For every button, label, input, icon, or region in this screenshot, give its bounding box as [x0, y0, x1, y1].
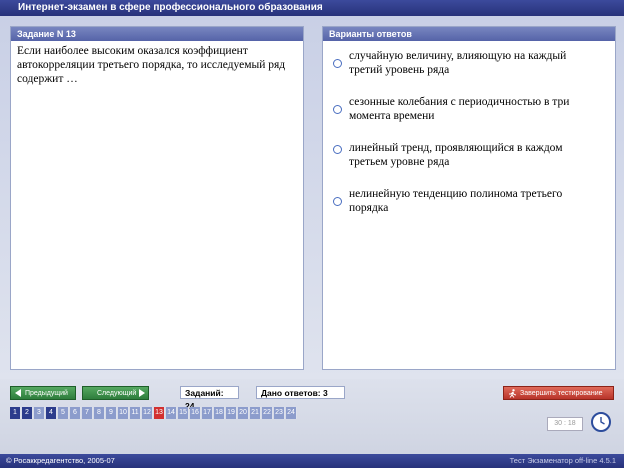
answers-header: Варианты ответов — [323, 27, 615, 41]
tasks-count: Заданий: 24 — [180, 386, 239, 411]
main-area: Задание N 13 Если наиболее высоким оказа… — [0, 16, 624, 379]
page-button-4[interactable]: 4 — [46, 407, 57, 419]
page-button-22[interactable]: 22 — [262, 407, 273, 419]
page-button-6[interactable]: 6 — [70, 407, 81, 419]
prev-button[interactable]: Предыдущий — [10, 386, 76, 400]
page-button-11[interactable]: 11 — [130, 407, 141, 419]
page-button-14[interactable]: 14 — [166, 407, 177, 419]
page-button-9[interactable]: 9 — [106, 407, 117, 419]
timer-display: 30 : 18 — [547, 417, 583, 431]
page-button-12[interactable]: 12 — [142, 407, 153, 419]
page-button-10[interactable]: 10 — [118, 407, 129, 419]
arrow-right-icon — [139, 389, 145, 397]
title-bar: Интернет-экзамен в сфере профессионально… — [0, 0, 624, 16]
copyright-text: © Росаккредагентство, 2005-07 — [6, 456, 115, 465]
question-header: Задание N 13 — [11, 27, 303, 41]
answer-text: случайную величину, влияющую на каждый т… — [349, 50, 567, 76]
answer-text: линейный тренд, проявляющийся в каждом т… — [349, 142, 563, 168]
navigation-bar: Предыдущий Следующий Заданий: 24 Дано от… — [0, 379, 624, 454]
page-button-8[interactable]: 8 — [94, 407, 105, 419]
page-button-1[interactable]: 1 — [10, 407, 21, 419]
app-title: Интернет-экзамен в сфере профессионально… — [18, 2, 323, 13]
arrow-left-icon — [15, 389, 21, 397]
answer-text: сезонные колебания с периодичностью в тр… — [349, 96, 570, 122]
page-button-16[interactable]: 16 — [190, 407, 201, 419]
next-label: Следующий — [97, 390, 137, 397]
radio-button[interactable] — [333, 197, 342, 206]
radio-button[interactable] — [333, 59, 342, 68]
prev-label: Предыдущий — [25, 390, 68, 397]
page-button-21[interactable]: 21 — [250, 407, 261, 419]
page-button-7[interactable]: 7 — [82, 407, 93, 419]
version-text: Тест Экзаменатор off-line 4.5.1 — [509, 456, 616, 465]
page-button-24[interactable]: 24 — [286, 407, 297, 419]
answer-text: нелинейную тенденцию полинома третьего п… — [349, 188, 563, 214]
page-button-19[interactable]: 19 — [226, 407, 237, 419]
page-button-20[interactable]: 20 — [238, 407, 249, 419]
radio-button[interactable] — [333, 145, 342, 154]
page-button-3[interactable]: 3 — [34, 407, 45, 419]
page-button-18[interactable]: 18 — [214, 407, 225, 419]
page-button-5[interactable]: 5 — [58, 407, 69, 419]
finish-label: Завершить тестирование — [520, 390, 603, 397]
answered-count: Дано ответов: 3 — [256, 386, 345, 399]
question-panel: Задание N 13 Если наиболее высоким оказа… — [10, 26, 304, 370]
page-button-23[interactable]: 23 — [274, 407, 285, 419]
radio-button[interactable] — [333, 105, 342, 114]
page-button-17[interactable]: 17 — [202, 407, 213, 419]
page-button-2[interactable]: 2 — [22, 407, 33, 419]
running-person-icon — [509, 389, 517, 398]
answers-panel: Варианты ответов случайную величину, вли… — [322, 26, 616, 370]
clock-icon — [591, 412, 611, 432]
question-text: Если наиболее высоким оказался коэффицие… — [17, 45, 286, 85]
next-button[interactable]: Следующий — [82, 386, 149, 400]
page-button-15[interactable]: 15 — [178, 407, 189, 419]
page-button-13[interactable]: 13 — [154, 407, 165, 419]
status-bar: © Росаккредагентство, 2005-07 Тест Экзам… — [0, 454, 624, 468]
finish-test-button[interactable]: Завершить тестирование — [503, 386, 614, 400]
